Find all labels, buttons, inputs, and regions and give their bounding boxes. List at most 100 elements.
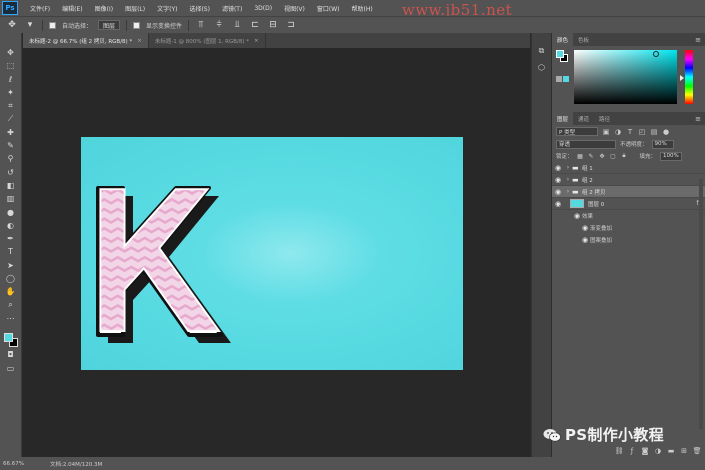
align-right-icon[interactable]: ⊐ (285, 19, 297, 31)
clone-stamp-icon[interactable]: ⚲ (4, 153, 18, 164)
color-picker-field[interactable] (574, 50, 677, 104)
layer-row-layer-0[interactable]: ◉ 图层 0 fx (552, 198, 705, 210)
filter-adjustment-icon[interactable]: ◑ (614, 128, 622, 136)
path-selection-icon[interactable]: ➤ (4, 260, 18, 271)
foreground-color-swatch[interactable] (556, 50, 564, 58)
align-left-icon[interactable]: ⊏ (249, 19, 261, 31)
menu-type[interactable]: 文字(Y) (151, 4, 183, 13)
panel-menu-icon[interactable]: ≡ (695, 115, 701, 123)
blend-mode-dropdown[interactable]: 穿透 (556, 139, 616, 149)
hue-slider[interactable] (685, 50, 693, 104)
document-canvas[interactable] (81, 137, 463, 370)
web-color-icon[interactable] (563, 76, 569, 82)
healing-brush-icon[interactable]: ✚ (4, 127, 18, 138)
effects-row[interactable]: ◉ 效果 (552, 210, 705, 222)
eye-icon[interactable]: ◉ (552, 188, 564, 196)
fill-input[interactable]: 100% (660, 151, 683, 161)
menu-layer[interactable]: 图层(L) (119, 4, 151, 13)
eye-icon[interactable]: ◉ (580, 224, 590, 232)
gradient-tool-icon[interactable]: ▥ (4, 193, 18, 204)
menu-edit[interactable]: 编辑(E) (56, 4, 88, 13)
hue-slider-handle[interactable] (680, 75, 684, 81)
ellipse-tool-icon[interactable]: ◯ (4, 273, 18, 284)
screen-mode-icon[interactable]: ▭ (4, 363, 18, 374)
history-panel-icon[interactable]: ⧉ (536, 45, 547, 56)
color-swatches[interactable] (2, 329, 20, 349)
tab-swatches[interactable]: 色板 (573, 33, 594, 46)
3d-panel-icon[interactable]: ⬡ (536, 62, 547, 73)
menu-filter[interactable]: 滤镜(T) (216, 4, 248, 13)
foreground-color-swatch[interactable] (3, 333, 13, 343)
canvas-area[interactable] (23, 48, 530, 457)
filter-toggle-icon[interactable]: ● (662, 128, 670, 136)
align-center-icon[interactable]: ⊟ (267, 19, 279, 31)
lasso-tool-icon[interactable]: ℓ (4, 74, 18, 85)
tab-document-1[interactable]: 未标题-1 @ 800% (图层 1, RGB/8) * × (149, 33, 266, 48)
layer-filter-dropdown[interactable]: P 类型 (556, 127, 598, 136)
layer-row-group-1[interactable]: ◉ › ▬ 组 1 (552, 162, 705, 174)
hand-tool-icon[interactable]: ✋ (4, 286, 18, 297)
layer-row-group-2-copy[interactable]: ◉ › ▬ 组 2 拷贝 (552, 186, 705, 198)
eye-icon[interactable]: ◉ (572, 212, 582, 220)
crop-tool-icon[interactable]: ⌗ (4, 100, 18, 111)
panel-menu-icon[interactable]: ≡ (695, 36, 701, 44)
trash-icon[interactable]: 🗑︎ (693, 447, 702, 455)
auto-select-dropdown[interactable]: 图层 (98, 20, 121, 30)
eye-icon[interactable]: ◉ (552, 176, 564, 184)
more-tools-icon[interactable]: ⋯ (4, 313, 18, 324)
new-group-icon[interactable]: ▬ (667, 447, 675, 455)
menu-file[interactable]: 文件(F) (24, 4, 56, 13)
out-of-gamut-icon[interactable] (556, 76, 562, 82)
move-tool-icon[interactable]: ✥ (6, 19, 18, 31)
align-bottom-icon[interactable]: ⫫ (231, 19, 243, 31)
menu-help[interactable]: 帮助(H) (346, 4, 379, 13)
filter-pixel-icon[interactable]: ▣ (602, 128, 610, 136)
lock-all-icon[interactable]: 🔒︎ (621, 152, 628, 160)
opacity-input[interactable]: 90% (651, 139, 674, 149)
menu-select[interactable]: 选择(S) (183, 4, 216, 13)
layers-scrollbar[interactable] (699, 179, 703, 429)
lock-transparent-icon[interactable]: ▦ (577, 153, 584, 160)
effect-gradient-overlay[interactable]: ◉ 渐变叠加 (552, 222, 705, 234)
filter-type-icon[interactable]: T (626, 128, 634, 136)
lock-image-icon[interactable]: ✎ (588, 153, 595, 160)
filter-shape-icon[interactable]: ◰ (638, 128, 646, 136)
chevron-right-icon[interactable]: › (564, 164, 572, 171)
effect-pattern-overlay[interactable]: ◉ 图案叠加 (552, 234, 705, 246)
eye-icon[interactable]: ◉ (580, 236, 590, 244)
menu-window[interactable]: 窗口(W) (311, 4, 346, 13)
menu-image[interactable]: 图像(I) (89, 4, 119, 13)
tab-document-2[interactable]: 未标题-2 @ 66.7% (组 2 拷贝, RGB/8) * × (23, 33, 149, 48)
show-transform-checkbox[interactable] (133, 21, 141, 29)
eraser-tool-icon[interactable]: ◧ (4, 180, 18, 191)
magic-wand-icon[interactable]: ✦ (4, 87, 18, 98)
align-middle-icon[interactable]: ⫩ (213, 19, 225, 31)
link-layers-icon[interactable]: ⛓ (615, 447, 624, 455)
new-adjustment-icon[interactable]: ◑ (654, 447, 662, 455)
tab-channels[interactable]: 通道 (573, 112, 594, 125)
chevron-down-icon[interactable]: ▾ (24, 19, 36, 31)
chevron-right-icon[interactable]: › (564, 176, 572, 183)
marquee-tool-icon[interactable]: ⬚ (4, 60, 18, 71)
align-top-icon[interactable]: ⫪ (195, 19, 207, 31)
lock-artboard-icon[interactable]: ▢ (610, 153, 617, 160)
lock-position-icon[interactable]: ✥ (599, 153, 606, 160)
tab-color[interactable]: 颜色 (552, 33, 574, 46)
new-layer-icon[interactable]: ⊞ (680, 447, 688, 455)
menu-view[interactable]: 视图(V) (278, 4, 311, 13)
auto-select-checkbox[interactable] (49, 21, 56, 29)
eyedropper-icon[interactable]: ⟋ (4, 113, 18, 124)
brush-tool-icon[interactable]: ✎ (4, 140, 18, 151)
filter-smart-object-icon[interactable]: ▤ (650, 128, 658, 136)
eye-icon[interactable]: ◉ (552, 200, 564, 208)
close-icon[interactable]: × (254, 38, 259, 44)
add-style-icon[interactable]: ƒ (628, 447, 636, 455)
add-mask-icon[interactable]: ◙ (641, 447, 649, 455)
history-brush-icon[interactable]: ↺ (4, 167, 18, 178)
zoom-tool-icon[interactable]: ⌕ (4, 300, 18, 311)
menu-3d[interactable]: 3D(D) (248, 5, 278, 12)
eye-icon[interactable]: ◉ (552, 164, 564, 172)
zoom-level[interactable]: 66.67% (0, 461, 30, 467)
blur-tool-icon[interactable]: ● (4, 207, 18, 218)
quick-mask-icon[interactable]: ◘ (4, 349, 18, 360)
